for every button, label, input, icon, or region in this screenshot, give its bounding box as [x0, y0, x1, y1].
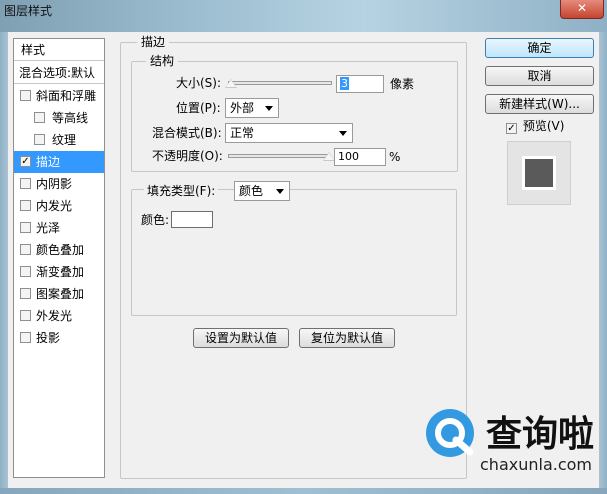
checkbox-icon[interactable]: [20, 332, 31, 343]
checkbox-icon[interactable]: [20, 178, 31, 189]
fill-type-group: [131, 189, 457, 316]
cancel-button[interactable]: 取消: [485, 66, 594, 86]
checkbox-icon[interactable]: [20, 288, 31, 299]
watermark-logo: 查询啦 chaxunla.com: [418, 400, 599, 480]
size-input[interactable]: 3: [336, 75, 384, 93]
svg-text:查询啦: 查询啦: [486, 414, 594, 455]
sidebar-item-label: 光泽: [36, 221, 61, 235]
reset-default-button[interactable]: 复位为默认值: [299, 328, 395, 348]
preview-frame: [507, 141, 571, 205]
checkbox-icon[interactable]: ✓: [20, 156, 31, 167]
stroke-group-title: 描边: [137, 35, 170, 49]
title-bar: 图层样式 ✕: [0, 0, 607, 32]
size-unit: 像素: [390, 77, 415, 91]
blending-options-item[interactable]: 混合选项:默认: [14, 62, 104, 84]
size-value: 3: [340, 77, 349, 90]
window-title: 图层样式: [4, 4, 53, 18]
preview-label: 预览(V): [522, 119, 565, 133]
blending-options-label: 混合选项:默认: [19, 66, 96, 80]
checkbox-icon[interactable]: [34, 134, 45, 145]
position-label: 位置(P):: [176, 101, 221, 115]
close-button[interactable]: ✕: [560, 0, 604, 19]
sidebar-item-1[interactable]: 等高线: [14, 107, 104, 129]
ok-label: 确定: [527, 41, 552, 55]
sidebar-item-label: 纹理: [52, 133, 77, 147]
sidebar-item-2[interactable]: 纹理: [14, 129, 104, 151]
checkbox-icon[interactable]: [20, 222, 31, 233]
make-default-label: 设置为默认值: [204, 331, 277, 345]
checkbox-icon[interactable]: [20, 244, 31, 255]
watermark-graphic: 查询啦 chaxunla.com: [426, 409, 594, 474]
sidebar-item-label: 内发光: [36, 199, 73, 213]
checkbox-icon[interactable]: [20, 90, 31, 101]
stroke-color-swatch[interactable]: [171, 211, 213, 228]
checkbox-icon[interactable]: [20, 310, 31, 321]
opacity-input[interactable]: 100: [334, 148, 386, 166]
preview-checkbox[interactable]: ✓ 预览(V): [506, 118, 564, 134]
position-select[interactable]: 外部: [225, 98, 279, 118]
sidebar-item-9[interactable]: 图案叠加: [14, 283, 104, 305]
position-value: 外部: [230, 101, 255, 115]
reset-default-label: 复位为默认值: [310, 331, 383, 345]
sidebar-item-0[interactable]: 斜面和浮雕: [14, 85, 104, 107]
styles-header-label: 样式: [21, 43, 46, 57]
new-style-button[interactable]: 新建样式(W)...: [485, 94, 594, 114]
sidebar-item-7[interactable]: 颜色叠加: [14, 239, 104, 261]
sidebar-item-label: 投影: [36, 331, 61, 345]
sidebar-item-label: 斜面和浮雕: [36, 89, 97, 103]
blend-mode-label: 混合模式(B):: [152, 126, 222, 140]
color-label: 颜色:: [141, 213, 170, 227]
sidebar-item-label: 图案叠加: [36, 287, 85, 301]
sidebar-item-3[interactable]: ✓ 描边: [14, 151, 104, 173]
preview-swatch: [522, 156, 556, 190]
checkbox-icon[interactable]: [20, 266, 31, 277]
opacity-unit: %: [389, 150, 401, 164]
sidebar-item-6[interactable]: 光泽: [14, 217, 104, 239]
sidebar-item-5[interactable]: 内发光: [14, 195, 104, 217]
opacity-slider-track[interactable]: [228, 154, 330, 158]
checkbox-icon[interactable]: [34, 112, 45, 123]
size-label: 大小(S):: [176, 76, 222, 90]
chevron-down-icon: [265, 106, 273, 111]
opacity-label: 不透明度(O):: [152, 149, 223, 163]
new-style-label: 新建样式(W)...: [499, 97, 580, 111]
make-default-button[interactable]: 设置为默认值: [193, 328, 289, 348]
window-frame-left: [0, 32, 8, 494]
styles-list: 样式 混合选项:默认 斜面和浮雕等高线纹理 ✓ 描边内阴影内发光光泽颜色叠加渐变叠加…: [13, 38, 105, 478]
checkbox-icon: ✓: [506, 123, 517, 134]
blend-mode-value: 正常: [230, 126, 255, 140]
fill-type-value: 颜色: [239, 184, 264, 198]
sidebar-item-8[interactable]: 渐变叠加: [14, 261, 104, 283]
sidebar-item-4[interactable]: 内阴影: [14, 173, 104, 195]
chevron-down-icon: [339, 131, 347, 136]
structure-group-title: 结构: [146, 54, 179, 68]
sidebar-item-label: 内阴影: [36, 177, 73, 191]
cancel-label: 取消: [527, 69, 552, 83]
fill-type-label: 填充类型(F):: [144, 183, 219, 199]
checkbox-icon[interactable]: [20, 200, 31, 211]
size-slider-track[interactable]: [228, 81, 332, 85]
opacity-value: 100: [338, 150, 359, 163]
svg-text:chaxunla.com: chaxunla.com: [480, 455, 592, 474]
sidebar-item-label: 描边: [36, 155, 61, 169]
blend-mode-select[interactable]: 正常: [225, 123, 353, 143]
window-frame-right: [599, 32, 607, 494]
sidebar-item-label: 外发光: [36, 309, 73, 323]
styles-header[interactable]: 样式: [14, 39, 104, 61]
ok-button[interactable]: 确定: [485, 38, 594, 58]
sidebar-item-label: 颜色叠加: [36, 243, 85, 257]
window-frame-bottom: [0, 488, 607, 494]
sidebar-item-10[interactable]: 外发光: [14, 305, 104, 327]
chevron-down-icon: [276, 189, 284, 194]
size-slider-thumb[interactable]: [225, 79, 238, 88]
sidebar-item-11[interactable]: 投影: [14, 327, 104, 349]
sidebar-item-label: 渐变叠加: [36, 265, 85, 279]
fill-type-select[interactable]: 颜色: [234, 181, 290, 201]
sidebar-item-label: 等高线: [52, 111, 89, 125]
